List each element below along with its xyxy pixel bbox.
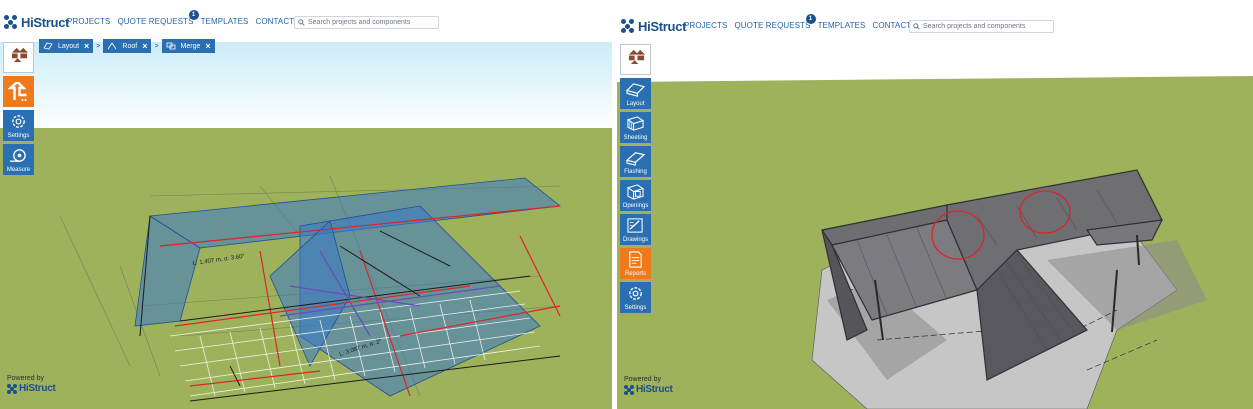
top-navigation-bar: HiStruct PROJECTS QUOTE REQUESTS 1 TEMPLA… (617, 8, 1253, 46)
merge-icon (166, 42, 175, 50)
powered-logo-text: HiStruct (636, 384, 673, 395)
close-icon[interactable]: × (84, 41, 89, 51)
close-icon[interactable]: × (142, 41, 147, 51)
left-viewer-panel: L: 1.407 m, α: 3.60° L: 3.087 m, α: 2° H… (0, 0, 612, 409)
histruct-logo-icon (624, 384, 634, 395)
building-thumbnail-button[interactable] (620, 44, 651, 75)
histruct-logo[interactable]: HiStruct (4, 13, 69, 31)
histruct-logo-icon (621, 19, 635, 33)
breadcrumb-label: Merge (180, 42, 201, 50)
right-scene-drawing (617, 40, 1253, 409)
breadcrumb: Layout × > Roof × > Merge × (39, 39, 215, 53)
flashing-button[interactable]: Flashing (620, 146, 651, 177)
quote-count-badge: 1 (805, 14, 816, 24)
nav-templates[interactable]: TEMPLATES (818, 21, 866, 30)
report-icon (629, 251, 642, 268)
openings-icon (626, 184, 645, 200)
left-3d-viewport[interactable]: L: 1.407 m, α: 3.60° L: 3.087 m, α: 2° (0, 36, 612, 409)
powered-by-text: Powered by (7, 375, 44, 382)
right-toolbar: Layout Sheeting Flashing Openings Drawin… (620, 44, 651, 316)
layout-icon (626, 83, 645, 97)
drawings-icon (627, 218, 643, 233)
main-nav: PROJECTS QUOTE REQUESTS 1 TEMPLATES CONTA… (684, 14, 917, 30)
nav-projects[interactable]: PROJECTS (67, 17, 110, 26)
tool-label: Openings (622, 203, 649, 209)
tape-measure-icon (10, 149, 26, 162)
left-scene-drawing: L: 1.407 m, α: 3.60° L: 3.087 m, α: 2° (0, 36, 612, 409)
breadcrumb-roof[interactable]: Roof × (103, 39, 152, 53)
sheeting-button[interactable]: Sheeting (620, 112, 651, 143)
close-icon[interactable]: × (205, 41, 210, 51)
reports-button[interactable]: Reports (620, 248, 651, 279)
quote-count-badge: 1 (188, 10, 199, 20)
sheeting-icon (626, 116, 645, 131)
drawings-button[interactable]: Drawings (620, 214, 651, 245)
nav-quote-requests[interactable]: QUOTE REQUESTS 1 (734, 14, 816, 30)
settings-button[interactable]: Settings (620, 282, 651, 313)
breadcrumb-merge[interactable]: Merge × (161, 39, 215, 53)
search-box[interactable]: Search projects and components (909, 20, 1054, 33)
tool-label: Layout (626, 101, 645, 107)
tool-label: Settings (7, 133, 30, 139)
breadcrumb-layout[interactable]: Layout × (39, 39, 94, 53)
openings-button[interactable]: Openings (620, 180, 651, 211)
flashing-icon (626, 152, 645, 166)
breadcrumb-separator: > (96, 42, 101, 50)
histruct-logo-icon (7, 383, 17, 394)
powered-by: Powered by HiStruct (7, 375, 56, 394)
top-navigation-bar: HiStruct PROJECTS QUOTE REQUESTS 1 TEMPLA… (0, 4, 612, 42)
layout-icon (43, 42, 53, 50)
histruct-logo-icon (4, 15, 18, 29)
tool-label: Drawings (622, 237, 648, 243)
search-input[interactable]: Search projects and components (308, 19, 410, 26)
main-nav: PROJECTS QUOTE REQUESTS 1 TEMPLATES CONTA… (67, 10, 300, 26)
tool-label: Reports (624, 271, 646, 277)
histruct-logo[interactable]: HiStruct (621, 17, 686, 35)
building-icon (11, 47, 28, 63)
nav-quote-requests-label: QUOTE REQUESTS (117, 17, 194, 26)
logo-text: HiStruct (638, 18, 687, 34)
tool-label: Sheeting (623, 135, 648, 141)
tool-label: Settings (624, 305, 647, 311)
right-viewer-panel: HiStruct PROJECTS QUOTE REQUESTS 1 TEMPLA… (617, 0, 1253, 409)
search-input[interactable]: Search projects and components (923, 23, 1025, 30)
right-3d-viewport[interactable] (617, 40, 1253, 409)
building-thumbnail-button[interactable] (3, 42, 34, 73)
upload-button[interactable] (3, 76, 34, 107)
powered-by: Powered by HiStruct (624, 376, 673, 395)
building-icon (628, 49, 645, 65)
nav-quote-requests-label: QUOTE REQUESTS (734, 21, 811, 30)
tool-label: Flashing (624, 169, 647, 175)
measure-button[interactable]: Measure (3, 144, 34, 175)
breadcrumb-separator: > (154, 42, 159, 50)
nav-quote-requests[interactable]: QUOTE REQUESTS 1 (117, 10, 199, 26)
breadcrumb-label: Roof (122, 42, 138, 50)
search-box[interactable]: Search projects and components (294, 16, 439, 29)
settings-button[interactable]: Settings (3, 110, 34, 141)
gear-icon (629, 287, 642, 300)
gear-icon (12, 115, 25, 128)
logo-text: HiStruct (21, 14, 70, 30)
powered-by-text: Powered by (624, 376, 661, 383)
nav-templates[interactable]: TEMPLATES (201, 17, 249, 26)
left-toolbar: Settings Measure (3, 42, 34, 178)
search-icon (913, 23, 920, 30)
powered-logo-text: HiStruct (19, 383, 56, 394)
arrow-up-icon (8, 82, 27, 101)
tool-label: Measure (6, 167, 31, 173)
layout-button[interactable]: Layout (620, 78, 651, 109)
roof-icon (108, 42, 117, 50)
search-icon (298, 19, 305, 26)
breadcrumb-label: Layout (58, 42, 80, 50)
nav-projects[interactable]: PROJECTS (684, 21, 727, 30)
